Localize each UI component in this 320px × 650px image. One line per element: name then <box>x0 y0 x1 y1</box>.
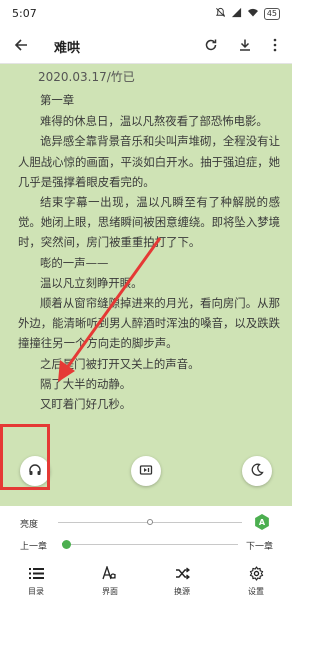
change-source-label: 换源 <box>174 587 190 596</box>
annotation-highlight-box <box>0 424 50 490</box>
mute-icon <box>215 7 226 21</box>
toc-icon <box>28 564 44 582</box>
refresh-icon[interactable] <box>200 34 222 56</box>
back-arrow-icon[interactable] <box>10 34 32 56</box>
toc-label: 目录 <box>28 587 44 596</box>
status-icons: 45 <box>215 7 280 21</box>
chapter-content: 第一章 难得的休息日，温以凡熬夜看了部恐怖电影。 诡异感全靠背景音乐和尖叫声堆砌… <box>18 90 280 414</box>
settings-icon <box>249 564 264 582</box>
paragraph: 之后是门被打开又关上的声音。 <box>40 356 200 371</box>
battery-indicator: 45 <box>263 8 280 20</box>
paragraph: 顺着从窗帘缝隙掉进来的月光，看向房门。从那外边，能清晰听到男人醉酒时浑浊的嗓音，… <box>18 296 280 351</box>
chapter-title: 第一章 <box>40 93 75 107</box>
moon-icon <box>250 462 264 481</box>
book-title: 难哄 <box>54 41 81 56</box>
status-bar: 5:07 45 <box>0 0 292 28</box>
font-icon <box>102 564 118 582</box>
interface-label: 界面 <box>102 587 118 596</box>
next-chapter-button[interactable]: 下一章 <box>246 539 273 552</box>
shuffle-icon <box>175 564 190 582</box>
auto-page-button[interactable] <box>131 456 161 486</box>
night-mode-button[interactable] <box>242 456 272 486</box>
paragraph: 又盯着门好几秒。 <box>40 397 132 412</box>
settings-button[interactable]: 设置 <box>228 564 284 600</box>
chapter-progress-slider[interactable] <box>62 544 238 545</box>
more-vert-icon[interactable] <box>264 34 286 56</box>
download-icon[interactable] <box>234 34 256 56</box>
paragraph: 难得的休息日，温以凡熬夜看了部恐怖电影。 <box>40 114 268 129</box>
auto-brightness-toggle[interactable]: A <box>255 514 269 530</box>
paragraph: 温以凡立刻睁开眼。 <box>40 275 143 290</box>
chapter-progress-thumb[interactable] <box>61 540 71 549</box>
toc-button[interactable]: 目录 <box>8 564 64 600</box>
paragraph: 隔了大半的动静。 <box>40 376 132 391</box>
signal-icon <box>231 7 242 21</box>
chapter-header: 2020.03.17/竹已 <box>38 70 135 84</box>
app-bar: 难哄 <box>0 28 292 64</box>
auto-page-icon <box>139 462 153 481</box>
interface-button[interactable]: 界面 <box>82 564 138 600</box>
wifi-icon <box>247 7 259 21</box>
paragraph: 嘭的一声—— <box>40 255 109 270</box>
brightness-thumb[interactable] <box>147 519 153 525</box>
prev-chapter-button[interactable]: 上一章 <box>20 539 47 552</box>
settings-label: 设置 <box>248 587 264 596</box>
change-source-button[interactable]: 换源 <box>154 564 210 600</box>
brightness-label: 亮度 <box>20 520 39 530</box>
status-time: 5:07 <box>12 7 37 20</box>
paragraph: 结束字幕一出现，温以凡瞬至有了种解脱的感觉。她闭上眼，思绪瞬间被困意缠绕。即将坠… <box>18 195 280 250</box>
paragraph: 诡异感全靠背景音乐和尖叫声堆砌，全程没有让人胆战心惊的画面，平淡如白开水。抽于强… <box>18 134 280 189</box>
reader-menu-panel: 亮度 A 上一章 下一章 目录 界面 换源 设置 <box>0 506 292 650</box>
